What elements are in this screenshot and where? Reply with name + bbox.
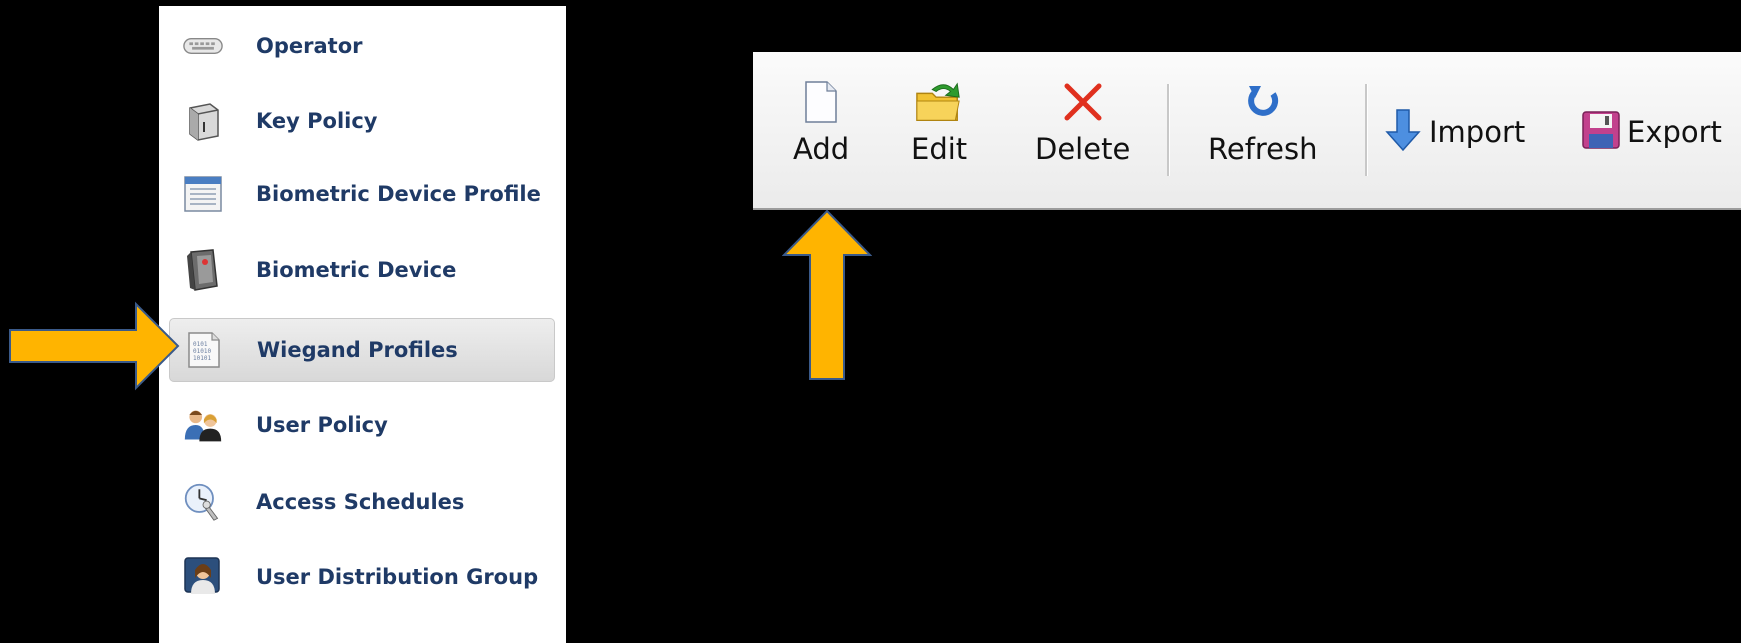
sidebar-item-user-policy[interactable]: User Policy xyxy=(169,393,555,457)
svg-text:0101: 0101 xyxy=(193,341,208,348)
svg-text:01010: 01010 xyxy=(193,348,211,355)
export-label: Export xyxy=(1627,115,1722,149)
fingerprint-device-icon xyxy=(183,249,223,291)
new-document-icon xyxy=(797,78,845,126)
sidebar-item-biometric-device[interactable]: Biometric Device xyxy=(169,238,555,302)
server-key-icon xyxy=(183,101,223,141)
keyboard-icon xyxy=(183,26,223,66)
window-list-icon xyxy=(183,174,223,214)
edit-button[interactable]: Edit xyxy=(911,78,967,188)
delete-x-icon xyxy=(1059,78,1107,126)
sidebar-item-biometric-device-profile[interactable]: Biometric Device Profile xyxy=(169,162,555,226)
sidebar-item-label: Access Schedules xyxy=(256,489,465,514)
sidebar-item-label: Operator xyxy=(256,33,363,58)
sidebar-item-access-schedules[interactable]: Access Schedules xyxy=(169,470,555,534)
clock-key-icon xyxy=(183,482,223,522)
sidebar-item-operator[interactable]: Operator xyxy=(169,14,555,78)
delete-button[interactable]: Delete xyxy=(1035,78,1130,188)
pointer-arrow-right-icon xyxy=(9,301,180,391)
sidebar-item-user-distribution-group[interactable]: User Distribution Group xyxy=(169,545,555,609)
users-icon xyxy=(183,405,223,445)
binary-document-icon: 0101 01010 10101 xyxy=(184,330,224,370)
user-group-icon xyxy=(183,557,223,597)
toolbar-separator xyxy=(1365,84,1368,176)
sidebar-item-label: Key Policy xyxy=(256,108,378,133)
add-label: Add xyxy=(793,132,850,166)
svg-text:10101: 10101 xyxy=(193,355,211,362)
import-button[interactable]: Import xyxy=(1383,107,1525,157)
add-button[interactable]: Add xyxy=(793,78,849,188)
delete-label: Delete xyxy=(1035,132,1131,166)
refresh-icon xyxy=(1239,78,1287,126)
sidebar-item-label: Wiegand Profiles xyxy=(257,337,458,362)
sidebar-item-label: Biometric Device Profile xyxy=(256,181,541,206)
sidebar-item-label: Biometric Device xyxy=(256,257,457,282)
sidebar: Operator Key Policy Biometric Device Pro… xyxy=(159,6,566,643)
sidebar-item-wiegand-profiles[interactable]: 0101 01010 10101 Wiegand Profiles xyxy=(169,318,555,382)
import-label: Import xyxy=(1429,115,1526,149)
folder-edit-icon xyxy=(915,78,963,126)
import-arrow-icon xyxy=(1383,108,1423,156)
sidebar-item-label: User Distribution Group xyxy=(256,564,539,589)
sidebar-item-key-policy[interactable]: Key Policy xyxy=(169,89,555,153)
refresh-label: Refresh xyxy=(1208,132,1318,166)
export-button[interactable]: Export xyxy=(1581,107,1722,157)
floppy-disk-icon xyxy=(1581,110,1621,154)
toolbar: Add Edit Delete Refresh Import Export xyxy=(753,52,1741,210)
refresh-button[interactable]: Refresh xyxy=(1208,78,1318,188)
edit-label: Edit xyxy=(911,132,968,166)
pointer-arrow-up-icon xyxy=(782,209,872,380)
toolbar-separator xyxy=(1167,84,1170,176)
sidebar-item-label: User Policy xyxy=(256,412,388,437)
